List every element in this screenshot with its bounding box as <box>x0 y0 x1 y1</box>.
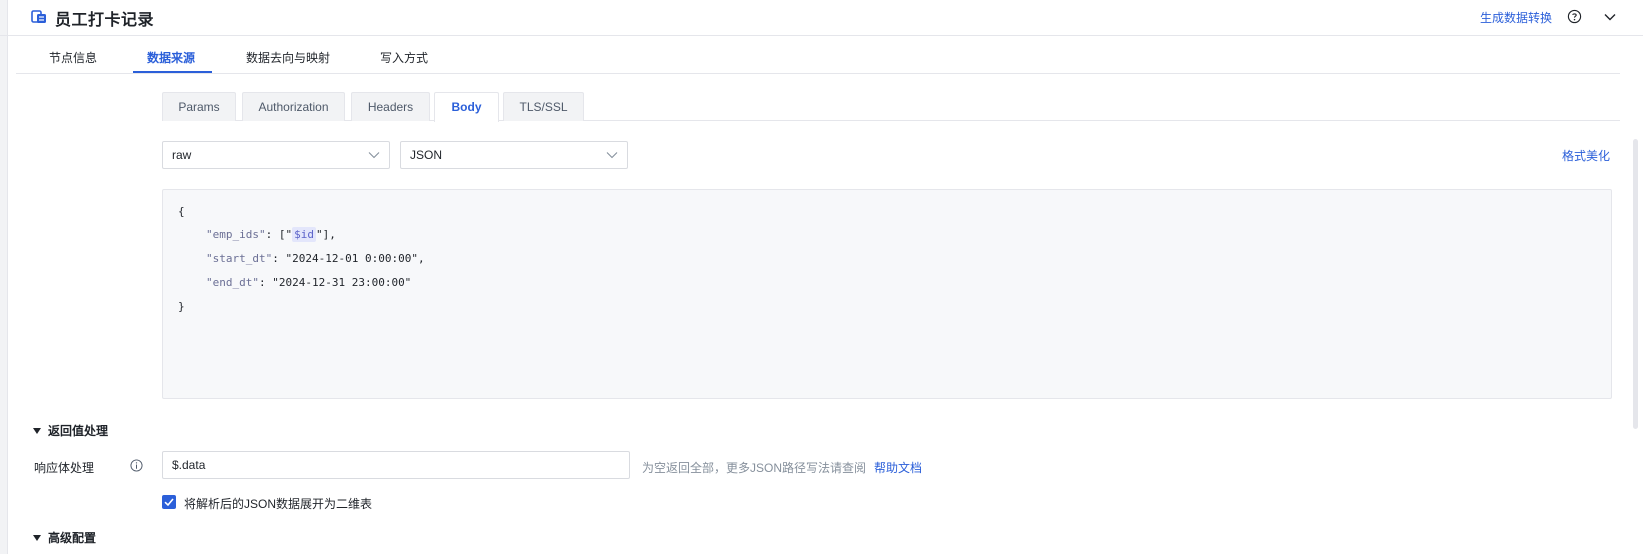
subtab-headers[interactable]: Headers <box>351 92 430 121</box>
info-icon[interactable] <box>130 459 143 472</box>
chevron-down-icon[interactable] <box>1603 10 1617 24</box>
db-connector-icon <box>31 10 46 23</box>
response-path-hint: 为空返回全部，更多JSON路径写法请查阅 <box>642 461 867 475</box>
code-line-open: { <box>178 205 185 218</box>
code-line-close: } <box>178 300 185 313</box>
body-mode-value: raw <box>172 148 192 162</box>
subtab-body[interactable]: Body <box>434 92 499 122</box>
tab-write-mode[interactable]: 写入方式 <box>380 49 428 66</box>
request-subtabs: Params Authorization Headers Body TLS/SS… <box>162 92 1620 122</box>
response-path-input[interactable]: $.data <box>162 451 630 479</box>
page-header: 员工打卡记录 生成数据转换 <box>0 0 1643 36</box>
caret-down-icon <box>33 428 41 434</box>
variable-token: $id <box>292 227 316 242</box>
return-section-header[interactable]: 返回值处理 <box>33 422 108 439</box>
tab-data-source[interactable]: 数据来源 <box>147 49 195 66</box>
check-icon <box>164 498 174 507</box>
tab-node-info[interactable]: 节点信息 <box>49 49 97 66</box>
generate-transform-link[interactable]: 生成数据转换 <box>1480 9 1552 26</box>
caret-down-icon <box>33 535 41 541</box>
help-doc-link[interactable]: 帮助文档 <box>874 459 922 476</box>
help-circle-icon[interactable] <box>1567 9 1582 24</box>
left-rail <box>0 0 8 554</box>
body-format-value: JSON <box>410 148 443 162</box>
body-format-select[interactable]: JSON <box>400 141 628 169</box>
body-mode-select[interactable]: raw <box>162 141 390 169</box>
page-title: 员工打卡记录 <box>55 12 155 29</box>
flatten-json-checkbox[interactable] <box>162 495 176 509</box>
json-body-editor[interactable]: { "emp_ids": [" $id "], "start_dt": "2024-… <box>162 189 1612 399</box>
subtab-params[interactable]: Params <box>162 92 236 121</box>
active-tab-indicator <box>133 71 212 73</box>
subtab-tls-ssl[interactable]: TLS/SSL <box>503 92 584 121</box>
main-tabs: 节点信息 数据来源 数据去向与映射 写入方式 <box>16 37 1620 74</box>
scrollbar-thumb[interactable] <box>1633 139 1638 429</box>
code-line-start-dt: "start_dt": "2024-12-01 0:00:00", <box>206 252 425 265</box>
subtab-authorization[interactable]: Authorization <box>242 92 345 121</box>
code-line-end-dt: "end_dt": "2024-12-31 23:00:00" <box>206 276 412 289</box>
beautify-format-button[interactable]: 格式美化 <box>1562 147 1610 164</box>
response-body-label: 响应体处理 <box>34 461 95 475</box>
flatten-json-label: 将解析后的JSON数据展开为二维表 <box>184 497 373 511</box>
tab-data-destination[interactable]: 数据去向与映射 <box>246 49 330 66</box>
chevron-down-icon <box>606 152 618 159</box>
advanced-section-header[interactable]: 高级配置 <box>33 529 96 546</box>
chevron-down-icon <box>368 152 380 159</box>
code-line-emp-ids: "emp_ids": [" $id "], <box>206 227 336 242</box>
